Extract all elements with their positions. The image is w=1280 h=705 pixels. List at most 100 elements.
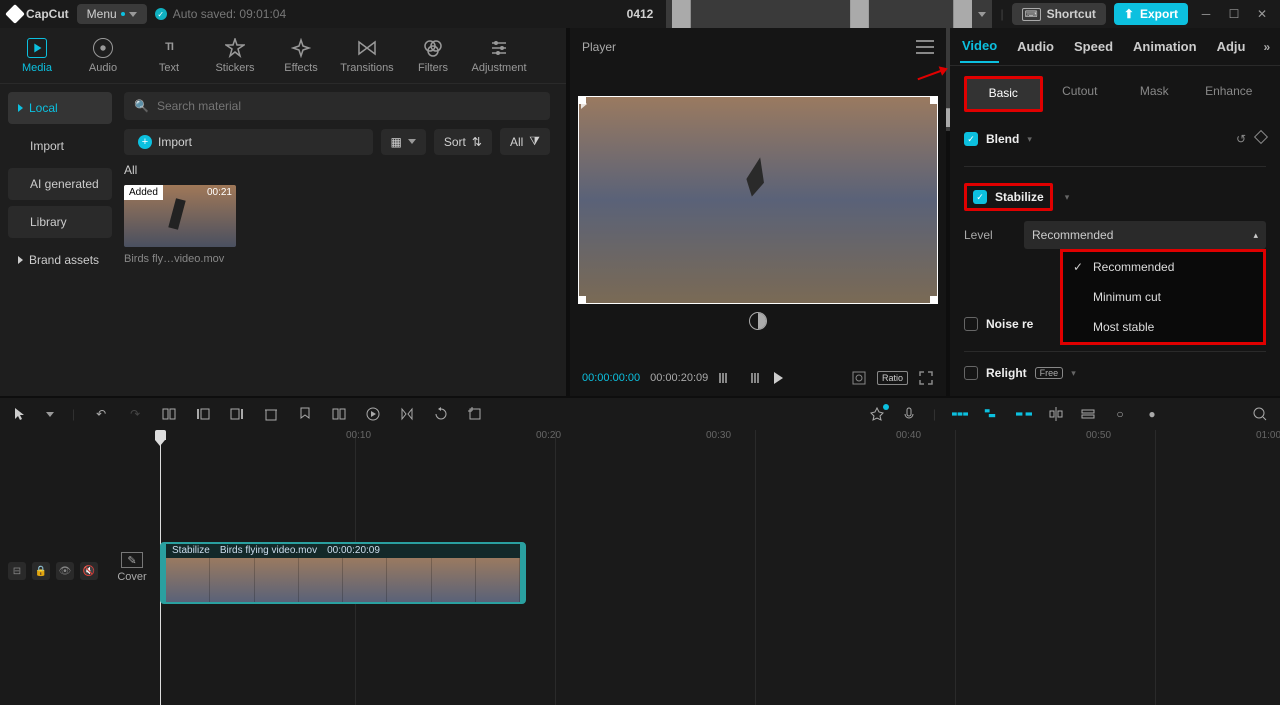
player-menu-button[interactable]	[916, 40, 934, 54]
option-recommended[interactable]: Recommended	[1063, 252, 1263, 282]
split-button[interactable]	[161, 406, 177, 422]
minimize-button[interactable]: ─	[1196, 7, 1216, 21]
video-preview[interactable]	[578, 96, 938, 304]
resize-handle[interactable]	[578, 296, 586, 304]
reset-icon[interactable]: ↺	[1236, 132, 1246, 146]
timeline-clip[interactable]: Stabilize Birds flying video.mov 00:00:2…	[160, 542, 526, 604]
zoom-out-button[interactable]: ○	[1112, 406, 1128, 422]
media-clip[interactable]: Added 00:21 Birds fly…video.mov	[124, 185, 236, 265]
tab-filters[interactable]: Filters	[404, 32, 462, 79]
import-button[interactable]: + Import	[124, 129, 373, 155]
prev-frame-button[interactable]	[718, 370, 734, 386]
relight-checkbox[interactable]	[964, 366, 978, 380]
next-frame-button[interactable]	[744, 370, 760, 386]
stabilize-label: Stabilize	[995, 190, 1044, 204]
search-bar[interactable]: 🔍	[124, 92, 550, 120]
sidebar-item-brand[interactable]: Brand assets	[8, 244, 112, 276]
time-ruler[interactable]: 00:10 00:20 00:30 00:40 00:50 01:00	[156, 430, 1280, 446]
option-minimum-cut[interactable]: Minimum cut	[1063, 282, 1263, 312]
chevron-down-icon: ▾	[1065, 192, 1070, 203]
rotate-button[interactable]	[433, 406, 449, 422]
all-filter-button[interactable]: All⧩	[500, 128, 550, 155]
level-dropdown[interactable]: Recommended ▴	[1024, 221, 1266, 249]
keyframe-icon[interactable]	[1254, 130, 1268, 144]
grid-view-button[interactable]: ▦	[381, 129, 426, 155]
timeline-tracks[interactable]: 00:10 00:20 00:30 00:40 00:50 01:00 Stab…	[156, 430, 1280, 705]
tab-adjust[interactable]: Adju	[1215, 31, 1248, 62]
mirror-button[interactable]	[399, 406, 415, 422]
sidebar-item-ai[interactable]: AI generated	[8, 168, 112, 200]
app-name: CapCut	[26, 7, 69, 21]
trim-right-button[interactable]	[229, 406, 245, 422]
reverse-button[interactable]	[365, 406, 381, 422]
upload-icon: ⬆	[1124, 7, 1134, 21]
option-most-stable[interactable]: Most stable	[1063, 312, 1263, 342]
subtab-mask[interactable]: Mask	[1117, 76, 1192, 112]
cover-button[interactable]: ✎ Cover	[114, 552, 150, 586]
hide-track-button[interactable]: 👁	[56, 562, 74, 580]
resize-handle[interactable]	[930, 296, 938, 304]
sidebar-item-library[interactable]: Library	[8, 206, 112, 238]
tab-text[interactable]: Text	[140, 32, 198, 79]
blend-checkbox[interactable]: ✓	[964, 132, 978, 146]
play-button[interactable]	[770, 370, 786, 386]
maximize-button[interactable]: ☐	[1224, 7, 1244, 21]
subtab-basic[interactable]: Basic	[964, 76, 1043, 112]
tab-video[interactable]: Video	[960, 30, 999, 63]
delete-button[interactable]	[263, 406, 279, 422]
frame-crop-button[interactable]	[467, 406, 483, 422]
all-heading: All	[124, 163, 550, 177]
noise-checkbox[interactable]	[964, 317, 978, 331]
library-sidebar: Local Import AI generated Library Brand …	[0, 84, 120, 396]
tab-adjustment[interactable]: Adjustment	[470, 32, 528, 79]
selection-tool[interactable]	[12, 406, 28, 422]
tab-effects[interactable]: Effects	[272, 32, 330, 79]
close-button[interactable]: ✕	[1252, 7, 1272, 21]
magnet-main-button[interactable]	[952, 406, 968, 422]
sidebar-item-import[interactable]: Import	[8, 130, 112, 162]
sort-button[interactable]: Sort⇅	[434, 129, 492, 155]
collapse-track-button[interactable]: ⊟	[8, 562, 26, 580]
tab-speed[interactable]: Speed	[1072, 31, 1115, 62]
link-button[interactable]	[1016, 406, 1032, 422]
stabilize-checkbox[interactable]: ✓	[973, 190, 987, 204]
dot-icon	[121, 12, 125, 16]
compare-button[interactable]	[749, 312, 767, 330]
zoom-fit-button[interactable]	[1252, 406, 1268, 422]
menu-button[interactable]: Menu	[77, 4, 147, 24]
lock-track-button[interactable]: 🔒	[32, 562, 50, 580]
auto-caption-button[interactable]	[869, 406, 885, 422]
resize-handle[interactable]	[578, 96, 586, 104]
tab-transitions[interactable]: Transitions	[338, 32, 396, 79]
tab-audio[interactable]: Audio	[74, 32, 132, 79]
tab-stickers[interactable]: Stickers	[206, 32, 264, 79]
search-input[interactable]	[157, 99, 540, 113]
redo-button[interactable]: ↷	[127, 406, 143, 422]
player-header: Player	[570, 28, 946, 66]
zoom-slider[interactable]: ●	[1144, 406, 1160, 422]
magnet-track-button[interactable]	[984, 406, 1000, 422]
subtab-cutout[interactable]: Cutout	[1043, 76, 1118, 112]
sidebar-item-local[interactable]: Local	[8, 92, 112, 124]
track-toggle-button[interactable]	[1080, 406, 1096, 422]
tabs-overflow-button[interactable]: »	[1263, 40, 1270, 54]
record-button[interactable]	[901, 406, 917, 422]
crop-button[interactable]	[331, 406, 347, 422]
tab-audio[interactable]: Audio	[1015, 31, 1056, 62]
export-button[interactable]: ⬆ Export	[1114, 3, 1188, 25]
tab-media[interactable]: Media	[8, 32, 66, 79]
marker-button[interactable]	[297, 406, 313, 422]
tab-animation[interactable]: Animation	[1131, 31, 1199, 62]
fullscreen-button[interactable]	[918, 370, 934, 386]
scale-button[interactable]	[851, 370, 867, 386]
shortcut-button[interactable]: ⌨ Shortcut	[1012, 3, 1106, 25]
trim-left-button[interactable]	[195, 406, 211, 422]
ratio-button[interactable]: Ratio	[877, 371, 908, 385]
preview-axis-button[interactable]	[1048, 406, 1064, 422]
resize-handle[interactable]	[930, 96, 938, 104]
undo-button[interactable]: ↶	[93, 406, 109, 422]
media-icon	[27, 38, 47, 58]
mute-track-button[interactable]: 🔇	[80, 562, 98, 580]
subtab-enhance[interactable]: Enhance	[1192, 76, 1267, 112]
relight-section: Relight Free ▾	[950, 358, 1280, 394]
